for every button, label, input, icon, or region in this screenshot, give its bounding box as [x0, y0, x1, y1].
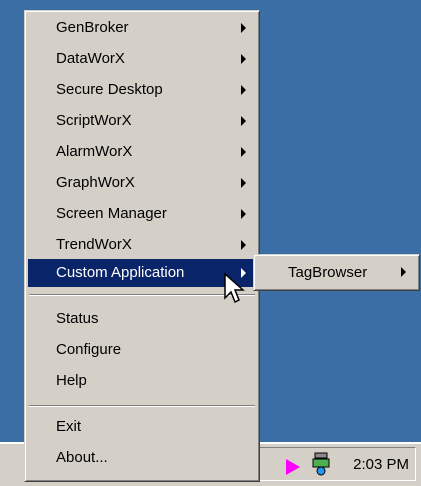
menu-item-genbroker[interactable]: GenBroker — [28, 14, 256, 42]
submenu-arrow-icon — [241, 85, 246, 95]
menu-item-label: GraphWorX — [56, 174, 135, 191]
context-menu: GenBroker DataWorX Secure Desktop Script… — [24, 10, 260, 482]
menu-item-label: AlarmWorX — [56, 143, 133, 160]
menu-item-graphworx[interactable]: GraphWorX — [28, 169, 256, 197]
submenu-arrow-icon — [241, 178, 246, 188]
menu-item-status[interactable]: Status — [28, 305, 256, 333]
mouse-pointer-icon — [224, 272, 245, 304]
menu-item-label: TagBrowser — [288, 264, 368, 281]
menu-separator — [29, 405, 255, 407]
menu-item-label: Secure Desktop — [56, 81, 163, 98]
menu-item-label: Configure — [56, 341, 122, 358]
menu-item-custom-application[interactable]: Custom Application — [28, 259, 256, 287]
menu-item-label: Exit — [56, 418, 82, 435]
menu-item-dataworx[interactable]: DataWorX — [28, 45, 256, 73]
submenu-arrow-icon — [401, 267, 406, 277]
menu-item-tagbrowser[interactable]: TagBrowser — [257, 258, 416, 287]
menu-item-help[interactable]: Help — [28, 367, 256, 395]
menu-item-label: About... — [56, 449, 108, 466]
menu-item-configure[interactable]: Configure — [28, 336, 256, 364]
submenu-arrow-icon — [241, 23, 246, 33]
submenu-arrow-icon — [241, 209, 246, 219]
menu-item-label: DataWorX — [56, 50, 125, 67]
menu-item-label: Help — [56, 372, 87, 389]
submenu-arrow-icon — [241, 54, 246, 64]
menu-item-scriptworx[interactable]: ScriptWorX — [28, 107, 256, 135]
menu-item-label: Status — [56, 310, 99, 327]
custom-application-submenu: TagBrowser — [253, 254, 420, 291]
tray-arrow-icon[interactable] — [286, 459, 300, 475]
submenu-arrow-icon — [241, 240, 246, 250]
submenu-arrow-icon — [241, 116, 246, 126]
menu-item-secure-desktop[interactable]: Secure Desktop — [28, 76, 256, 104]
menu-item-label: GenBroker — [56, 19, 129, 36]
menu-separator — [29, 294, 255, 296]
submenu-arrow-icon — [241, 147, 246, 157]
menu-item-alarmworx[interactable]: AlarmWorX — [28, 138, 256, 166]
tray-scada-icon[interactable] — [311, 452, 331, 476]
menu-item-trendworx[interactable]: TrendWorX — [28, 231, 256, 259]
menu-item-label: Screen Manager — [56, 205, 167, 222]
menu-item-label: TrendWorX — [56, 236, 132, 253]
menu-item-label: ScriptWorX — [56, 112, 132, 129]
clock[interactable]: 2:03 PM — [353, 456, 409, 473]
menu-item-label: Custom Application — [56, 264, 185, 281]
menu-item-about[interactable]: About... — [28, 444, 256, 472]
menu-item-screen-manager[interactable]: Screen Manager — [28, 200, 256, 228]
menu-item-exit[interactable]: Exit — [28, 413, 256, 441]
